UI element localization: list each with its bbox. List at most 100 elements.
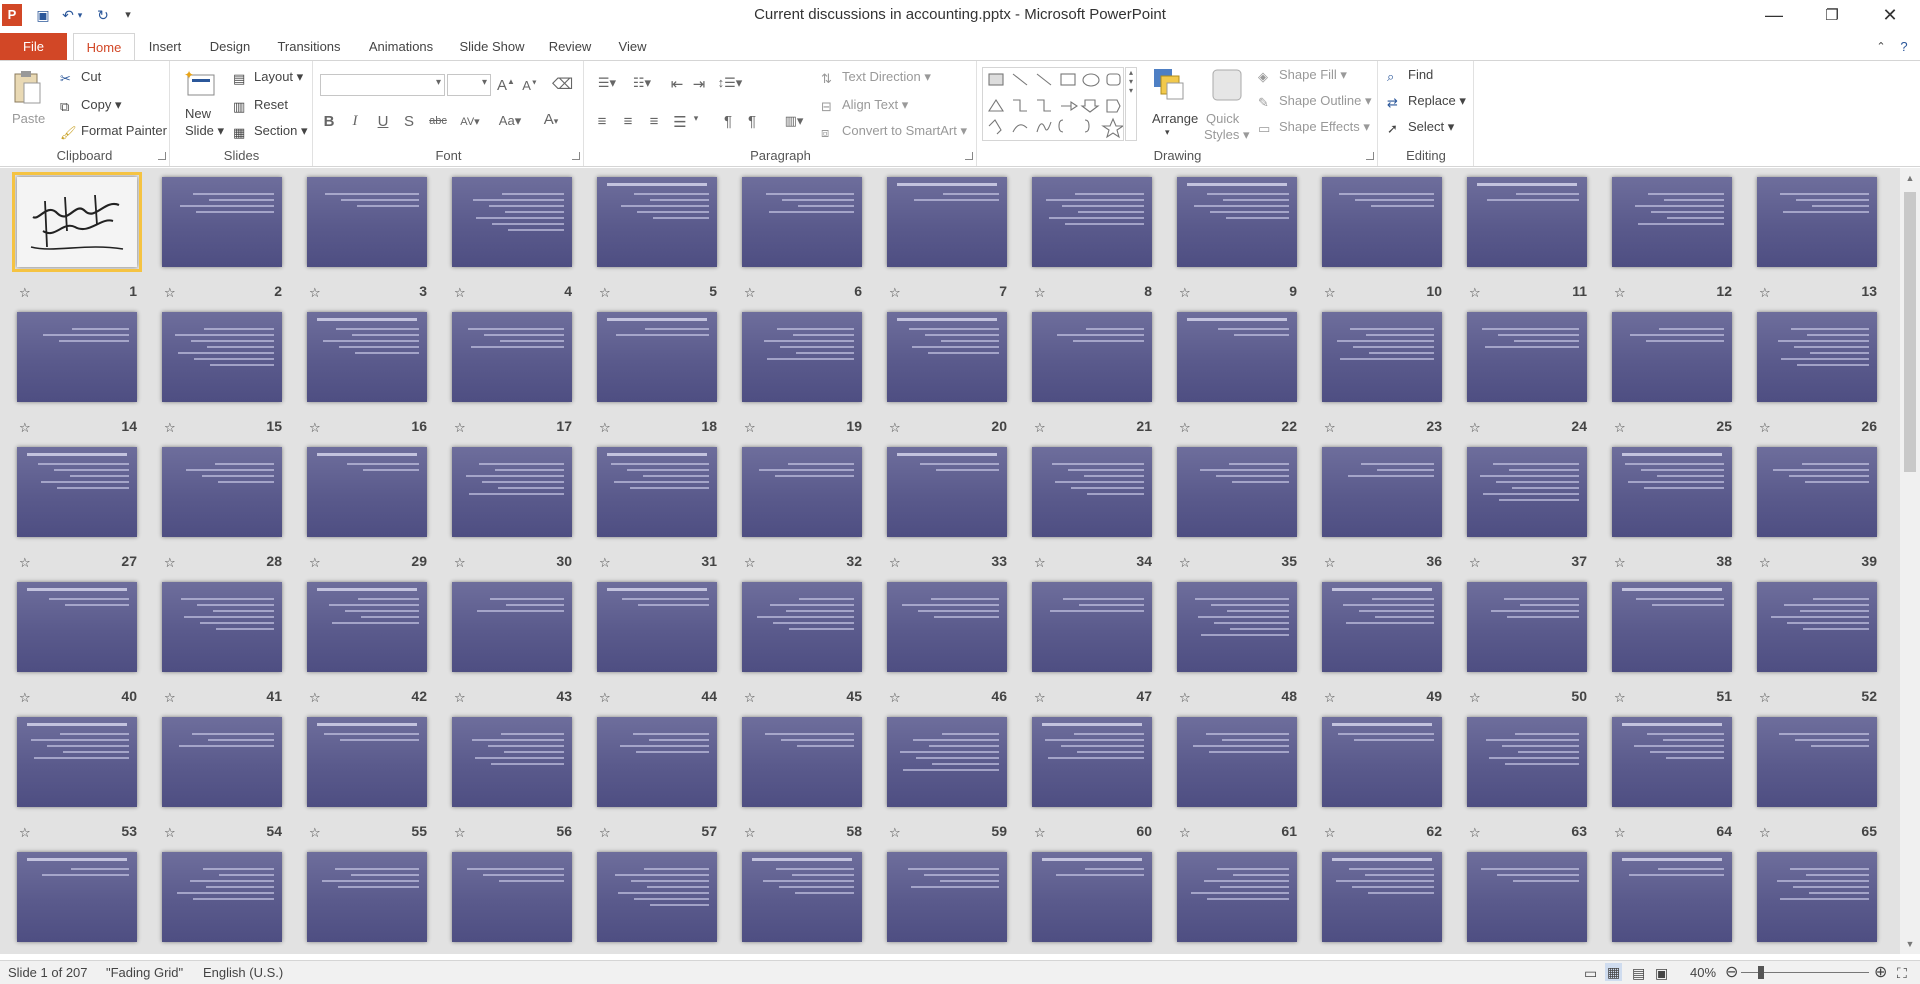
slide-thumbnail[interactable]: ☆ 35 — [1177, 447, 1297, 570]
transition-star-icon[interactable]: ☆ — [19, 825, 31, 841]
shapes-gallery[interactable] — [982, 67, 1125, 141]
tab-transitions[interactable]: Transitions — [270, 33, 348, 61]
transition-star-icon[interactable]: ☆ — [1034, 825, 1046, 841]
slide-thumbnail[interactable]: ☆ — [1757, 852, 1877, 944]
slide-thumbnail[interactable]: ☆ 18 — [597, 312, 717, 435]
language-status[interactable]: English (U.S.) — [203, 965, 283, 980]
quick-styles-label[interactable]: Quick — [1206, 111, 1239, 126]
slide-thumbnail[interactable]: ☆ 65 — [1757, 717, 1877, 840]
slide-thumbnail[interactable]: ☆ 3 — [307, 177, 427, 300]
slide-thumbnail[interactable]: ☆ 52 — [1757, 582, 1877, 705]
slide-thumbnail[interactable]: ☆ 10 — [1322, 177, 1442, 300]
increase-indent-icon[interactable]: ⇥ — [689, 75, 709, 93]
transition-star-icon[interactable]: ☆ — [454, 690, 466, 706]
slide-thumbnail[interactable]: ☆ 12 — [1612, 177, 1732, 300]
shape-outline-button[interactable]: ✎ Shape Outline ▾ — [1258, 93, 1372, 110]
transition-star-icon[interactable]: ☆ — [1469, 285, 1481, 301]
slide-thumbnail[interactable]: ☆ 11 — [1467, 177, 1587, 300]
slide-thumbnail[interactable]: ☆ 53 — [17, 717, 137, 840]
slide-thumbnail[interactable]: ☆ 20 — [887, 312, 1007, 435]
slide-thumbnail[interactable]: ☆ 30 — [452, 447, 572, 570]
slide-thumbnail[interactable]: ☆ 59 — [887, 717, 1007, 840]
slide-thumbnail[interactable]: ☆ 27 — [17, 447, 137, 570]
transition-star-icon[interactable]: ☆ — [1324, 420, 1336, 436]
slide-thumbnail[interactable]: ☆ 2 — [162, 177, 282, 300]
transition-star-icon[interactable]: ☆ — [454, 285, 466, 301]
transition-star-icon[interactable]: ☆ — [19, 690, 31, 706]
ltr-icon[interactable]: ¶ — [743, 113, 761, 130]
arrange-button[interactable]: Arrange — [1152, 111, 1198, 126]
minimize-button[interactable]: — — [1745, 0, 1803, 31]
slide-thumbnail[interactable]: ☆ 21 — [1032, 312, 1152, 435]
slide-thumbnail[interactable]: ☆ 64 — [1612, 717, 1732, 840]
slide-thumbnail[interactable]: ☆ — [1612, 852, 1732, 944]
tab-insert[interactable]: Insert — [140, 33, 190, 61]
transition-star-icon[interactable]: ☆ — [454, 420, 466, 436]
slide-thumbnail[interactable]: ☆ 6 — [742, 177, 862, 300]
transition-star-icon[interactable]: ☆ — [164, 555, 176, 571]
slide-thumbnail[interactable]: ☆ 8 — [1032, 177, 1152, 300]
transition-star-icon[interactable]: ☆ — [309, 825, 321, 841]
transition-star-icon[interactable]: ☆ — [599, 555, 611, 571]
scroll-down-icon[interactable]: ▼ — [1900, 934, 1920, 954]
transition-star-icon[interactable]: ☆ — [1759, 690, 1771, 706]
slide-thumbnail[interactable]: ☆ 54 — [162, 717, 282, 840]
slide-sorter-view-icon[interactable]: ▦ — [1605, 963, 1623, 981]
transition-star-icon[interactable]: ☆ — [164, 420, 176, 436]
columns-icon[interactable]: ▥▾ — [781, 113, 807, 129]
rtl-icon[interactable]: ¶ — [719, 113, 737, 130]
transition-star-icon[interactable]: ☆ — [19, 555, 31, 571]
slide-thumbnail[interactable]: ☆ 13 — [1757, 177, 1877, 300]
transition-star-icon[interactable]: ☆ — [599, 285, 611, 301]
section-button[interactable]: ▦ Section ▾ — [233, 123, 308, 140]
transition-star-icon[interactable]: ☆ — [164, 690, 176, 706]
slide-thumbnail[interactable]: ☆ 62 — [1322, 717, 1442, 840]
transition-star-icon[interactable]: ☆ — [889, 825, 901, 841]
transition-star-icon[interactable]: ☆ — [744, 420, 756, 436]
transition-star-icon[interactable]: ☆ — [744, 285, 756, 301]
line-spacing-icon[interactable]: ↕☰▾ — [715, 75, 745, 91]
transition-star-icon[interactable]: ☆ — [1179, 420, 1191, 436]
tab-design[interactable]: Design — [204, 33, 256, 61]
paste-icon[interactable] — [12, 69, 42, 105]
slide-thumbnail[interactable]: ☆ 29 — [307, 447, 427, 570]
tab-slide-show[interactable]: Slide Show — [454, 33, 530, 61]
transition-star-icon[interactable]: ☆ — [1034, 285, 1046, 301]
zoom-slider-thumb[interactable] — [1758, 966, 1764, 979]
drawing-launcher-icon[interactable] — [1366, 152, 1374, 160]
slide-thumbnail[interactable]: ☆ 39 — [1757, 447, 1877, 570]
fit-to-window-icon[interactable]: ⛶ — [1897, 965, 1907, 982]
select-button[interactable]: ➚ Select ▾ — [1387, 119, 1454, 136]
slide-thumbnail[interactable]: ☆ 24 — [1467, 312, 1587, 435]
slide-thumbnail[interactable]: ☆ — [597, 852, 717, 944]
transition-star-icon[interactable]: ☆ — [1614, 690, 1626, 706]
slide-thumbnail[interactable]: ☆ 15 — [162, 312, 282, 435]
find-button[interactable]: ⌕ Find — [1387, 67, 1433, 84]
transition-star-icon[interactable]: ☆ — [599, 420, 611, 436]
transition-star-icon[interactable]: ☆ — [889, 285, 901, 301]
slide-thumbnail[interactable]: ☆ 25 — [1612, 312, 1732, 435]
font-name-combo[interactable] — [320, 74, 445, 96]
italic-button[interactable]: I — [346, 113, 364, 130]
restore-button[interactable]: ❐ — [1803, 0, 1861, 31]
undo-dropdown-icon[interactable]: ▾ — [76, 6, 84, 24]
transition-star-icon[interactable]: ☆ — [309, 420, 321, 436]
slide-thumbnail[interactable]: ☆ 26 — [1757, 312, 1877, 435]
transition-star-icon[interactable]: ☆ — [1614, 555, 1626, 571]
transition-star-icon[interactable]: ☆ — [599, 825, 611, 841]
shape-effects-button[interactable]: ▭ Shape Effects ▾ — [1258, 119, 1370, 136]
slide-thumbnail[interactable]: ☆ 50 — [1467, 582, 1587, 705]
tab-review[interactable]: Review — [544, 33, 596, 61]
slide-thumbnail[interactable]: ☆ — [1467, 852, 1587, 944]
slide-thumbnail[interactable]: ☆ 38 — [1612, 447, 1732, 570]
transition-star-icon[interactable]: ☆ — [1324, 825, 1336, 841]
transition-star-icon[interactable]: ☆ — [1179, 555, 1191, 571]
slide-thumbnail[interactable]: ☆ 44 — [597, 582, 717, 705]
text-shadow-button[interactable]: S — [400, 113, 418, 130]
slide-thumbnail[interactable]: ☆ — [1032, 852, 1152, 944]
transition-star-icon[interactable]: ☆ — [1614, 285, 1626, 301]
slide-thumbnail[interactable]: ☆ 9 — [1177, 177, 1297, 300]
transition-star-icon[interactable]: ☆ — [744, 690, 756, 706]
transition-star-icon[interactable]: ☆ — [164, 825, 176, 841]
slide-thumbnail[interactable]: ☆ — [742, 852, 862, 944]
